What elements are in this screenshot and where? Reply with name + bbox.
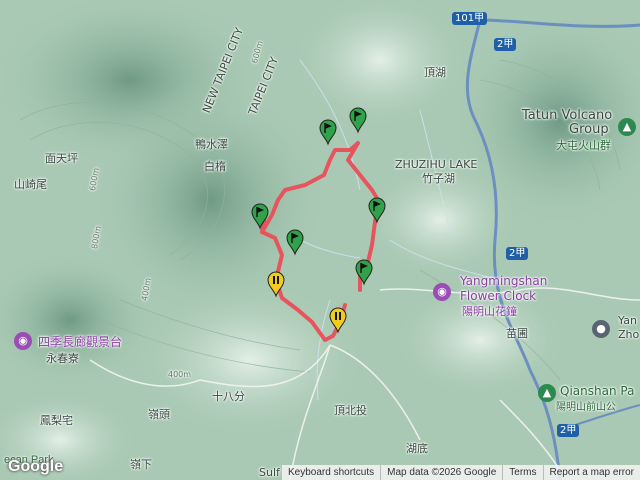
label-yang-zho: Yan Zho <box>618 314 640 341</box>
map-attribution-bar: Keyboard shortcuts Map data ©2026 Google… <box>281 465 640 480</box>
label-qianshan-en[interactable]: Qianshan Pa <box>560 384 634 398</box>
poi-icon[interactable]: ● <box>592 320 610 338</box>
label-qianshan-zh[interactable]: 陽明山前山公 <box>556 398 616 413</box>
label-ding-bei-tou: 頂北投 <box>334 404 367 417</box>
label-tatun-volcano-en2[interactable]: Group <box>569 122 609 137</box>
label-siji-changlang[interactable]: 四季長廊觀景台 <box>38 333 122 350</box>
label-hu-di: 湖底 <box>406 442 428 455</box>
label-shi-ba-fen: 十八分 <box>212 390 245 403</box>
label-miao-pu: 苗圃 <box>506 327 528 340</box>
label-mian-tian-ping: 面天坪 <box>45 152 78 165</box>
report-map-error-link[interactable]: Report a map error <box>542 465 640 480</box>
label-zhuzihu-lake-zh: 竹子湖 <box>422 172 455 185</box>
label-tatun-volcano-en1[interactable]: Tatun Volcano <box>522 108 612 123</box>
road-shield-101a: 101甲 <box>452 12 488 25</box>
camera-icon[interactable]: ◉ <box>433 283 451 301</box>
camera-icon[interactable]: ◉ <box>14 332 32 350</box>
label-yong-chun-liao: 永春寮 <box>46 352 79 365</box>
label-tatun-volcano-zh[interactable]: 大屯火山群 <box>556 137 611 153</box>
label-ling-tou: 嶺頭 <box>148 408 170 421</box>
label-ding-hu: 頂湖 <box>424 66 446 79</box>
label-yangmingshan-clock-en2[interactable]: Flower Clock <box>460 289 536 303</box>
road-shield-2a: 2甲 <box>506 247 529 260</box>
park-icon[interactable]: ▲ <box>538 384 556 402</box>
label-shan-qi-wei: 山崎尾 <box>14 178 47 191</box>
contour-label: 400m <box>168 370 192 379</box>
label-feng-li-zhai: 鳳梨宅 <box>40 414 73 427</box>
label-sulf: Sulf <box>259 466 280 479</box>
road-shield-2a: 2甲 <box>494 38 517 51</box>
label-bai-tang: 白楕 <box>204 160 226 173</box>
road-shield-2a: 2甲 <box>557 424 580 437</box>
keyboard-shortcuts-link[interactable]: Keyboard shortcuts <box>282 465 380 480</box>
label-yangmingshan-clock-en1[interactable]: Yangmingshan <box>460 274 547 288</box>
label-ya-shui-ze: 鴨水澤 <box>195 138 228 151</box>
google-logo: Google <box>8 458 64 475</box>
label-yangmingshan-clock-zh[interactable]: 陽明山花鐘 <box>462 303 517 319</box>
label-ling-xia: 嶺下 <box>130 458 152 471</box>
map-data-text: Map data ©2026 Google <box>380 465 502 480</box>
park-icon[interactable]: ▲ <box>618 118 636 136</box>
terms-link[interactable]: Terms <box>502 465 542 480</box>
